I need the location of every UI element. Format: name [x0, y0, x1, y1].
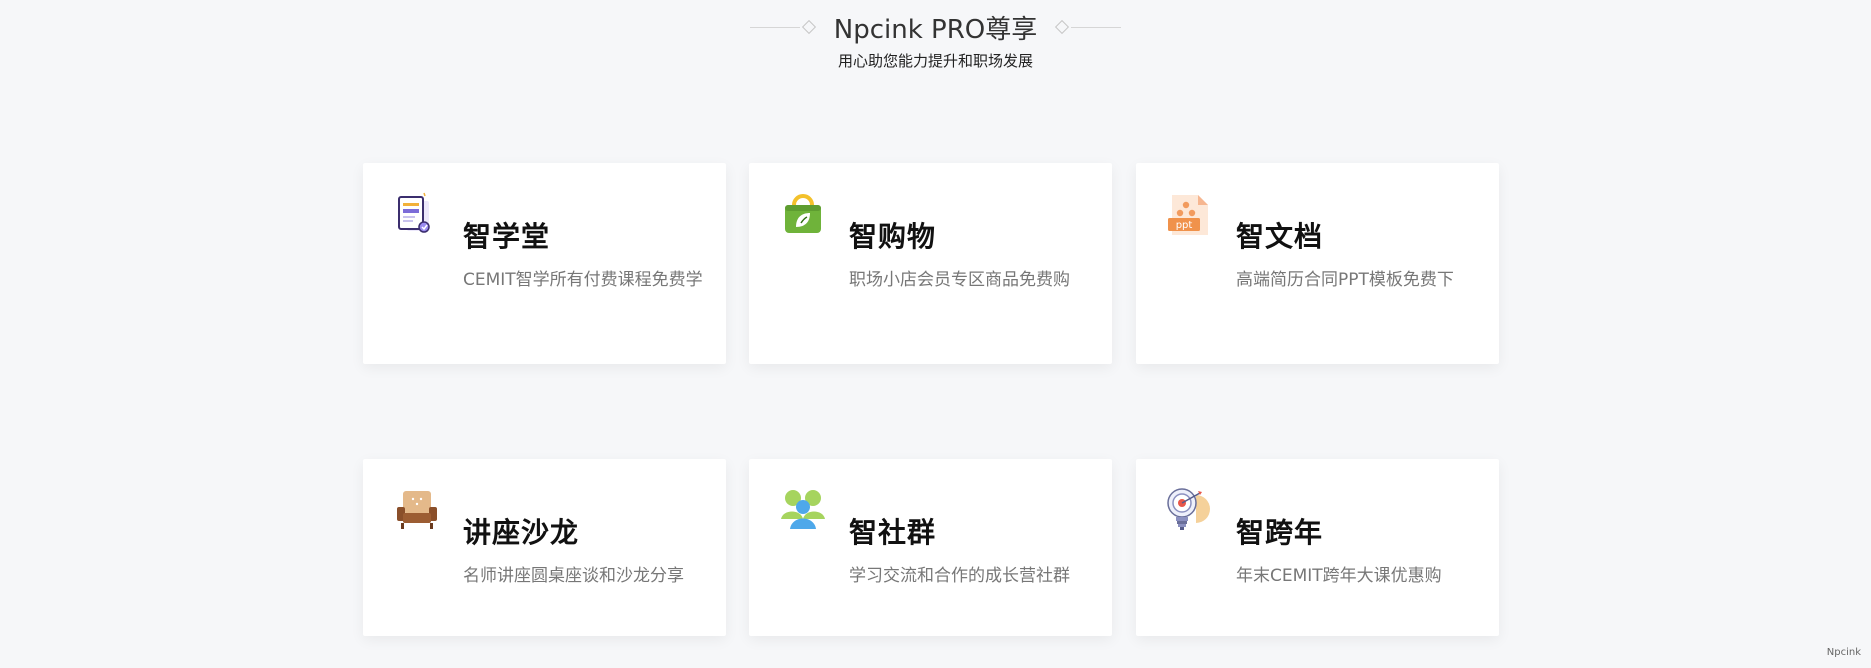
- title-row: Npcink PRO尊享: [0, 8, 1871, 46]
- feature-card-shopping[interactable]: 智购物 职场小店会员专区商品免费购: [749, 163, 1112, 364]
- card-description: 职场小店会员专区商品免费购: [849, 270, 1070, 290]
- feature-card-course[interactable]: 智学堂 CEMIT智学所有付费课程免费学: [363, 163, 726, 364]
- card-title: 智跨年: [1236, 516, 1324, 549]
- right-decoration: [1053, 19, 1122, 35]
- divider-line: [749, 26, 800, 28]
- sofa-icon: [397, 491, 437, 529]
- divider-line: [1071, 26, 1122, 28]
- feature-card-new-year[interactable]: 智跨年 年末CEMIT跨年大课优惠购: [1136, 459, 1499, 636]
- brand-watermark: Npcink: [1826, 647, 1861, 658]
- card-description: 年末CEMIT跨年大课优惠购: [1236, 566, 1442, 586]
- ppt-label: ppt: [1176, 220, 1193, 231]
- diamond-icon: [801, 19, 816, 35]
- feature-card-community[interactable]: 智社群 学习交流和合作的成长营社群: [749, 459, 1112, 636]
- card-title: 智学堂: [463, 220, 551, 253]
- card-description: 高端简历合同PPT模板免费下: [1236, 270, 1454, 290]
- course-icon: [398, 192, 430, 233]
- left-decoration: [749, 19, 818, 35]
- diamond-icon: [1055, 19, 1070, 35]
- card-title: 智社群: [849, 516, 937, 549]
- card-description: 学习交流和合作的成长营社群: [849, 566, 1070, 586]
- target-bulb-icon: [1167, 488, 1210, 530]
- card-title: 讲座沙龙: [463, 516, 580, 549]
- feature-card-documents[interactable]: ppt 智文档 高端简历合同PPT模板免费下: [1136, 163, 1499, 364]
- page-title: Npcink PRO尊享: [833, 14, 1038, 45]
- shopping-bag-icon: [785, 194, 821, 233]
- section-header: Npcink PRO尊享 用心助您能力提升和职场发展: [0, 8, 1871, 71]
- feature-card-salon[interactable]: 讲座沙龙 名师讲座圆桌座谈和沙龙分享: [363, 459, 726, 636]
- card-description: 名师讲座圆桌座谈和沙龙分享: [463, 566, 684, 586]
- card-title: 智购物: [849, 220, 937, 253]
- card-title: 智文档: [1236, 220, 1324, 253]
- card-description: CEMIT智学所有付费课程免费学: [463, 270, 703, 290]
- community-icon: [781, 490, 825, 529]
- page-subtitle: 用心助您能力提升和职场发展: [837, 52, 1033, 70]
- ppt-document-icon: ppt: [1168, 195, 1208, 235]
